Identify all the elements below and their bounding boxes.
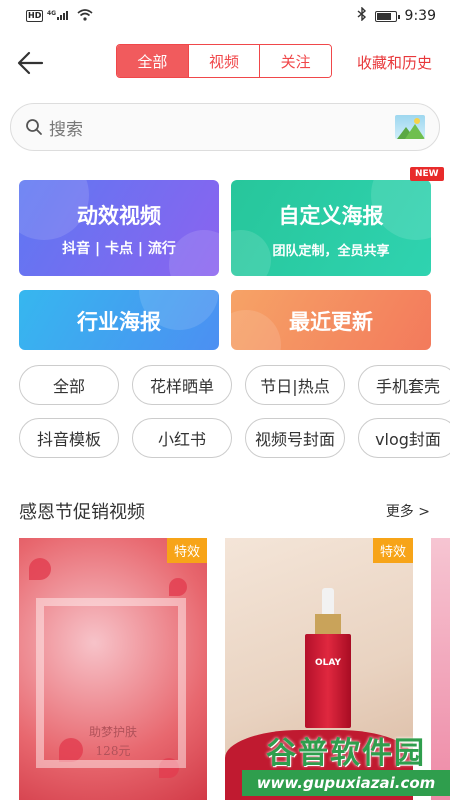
industry-poster-card[interactable]: 行业海报: [19, 290, 219, 350]
battery-level: [376, 12, 391, 20]
tag-chip[interactable]: 花样晒单: [132, 365, 232, 405]
clock: 9:39: [404, 8, 436, 24]
image-search-icon[interactable]: [395, 115, 425, 139]
effect-badge: 特效: [373, 538, 413, 563]
tag-row-2: 抖音模板 小红书 视频号封面 vlog封面: [19, 418, 450, 458]
tag-chip[interactable]: 节日|热点: [245, 365, 345, 405]
tab-follow[interactable]: 关注: [260, 45, 331, 77]
site-watermark: 谷普软件园 www.gupuxiazai.com: [242, 728, 450, 800]
wifi-icon: [77, 8, 93, 24]
new-badge: NEW: [410, 167, 444, 181]
tag-chip[interactable]: 小红书: [132, 418, 232, 458]
content-filter-tabs: 全部 视频 关注: [116, 44, 332, 78]
card-subtitle: 抖音 | 卡点 | 流行: [62, 241, 176, 257]
favorites-history-link[interactable]: 收藏和历史: [357, 52, 432, 73]
section-title: 感恩节促销视频: [19, 502, 145, 523]
card-title: 最近更新: [289, 310, 373, 334]
svg-text:4G: 4G: [47, 10, 56, 17]
effect-badge: 特效: [167, 538, 207, 563]
custom-poster-card[interactable]: 自定义海报 团队定制，全员共享: [231, 180, 431, 276]
product-label: OLAY: [314, 658, 341, 668]
thumb-caption: 128元: [95, 744, 131, 758]
more-link[interactable]: 更多 >: [386, 501, 430, 521]
tab-video[interactable]: 视频: [188, 45, 261, 77]
battery-icon: [374, 10, 400, 22]
tag-chip[interactable]: 抖音模板: [19, 418, 119, 458]
product-bottle-image: OLAY: [305, 588, 351, 728]
watermark-title: 谷普软件园: [266, 736, 426, 771]
card-title: 行业海报: [77, 310, 161, 334]
top-nav: 全部 视频 关注 收藏和历史: [0, 40, 450, 86]
search-bar[interactable]: 搜索: [10, 103, 440, 151]
tag-row-1: 全部 花样晒单 节日|热点 手机套壳: [19, 365, 450, 405]
status-right: 9:39: [357, 6, 436, 25]
back-arrow-icon[interactable]: [16, 48, 46, 78]
signal-icon: 4G: [47, 9, 73, 24]
tag-chip[interactable]: 手机套壳: [358, 365, 450, 405]
status-bar: HD 4G 9:39: [0, 0, 450, 32]
motion-video-card[interactable]: 动效视频 抖音 | 卡点 | 流行: [19, 180, 219, 276]
recent-updates-card[interactable]: 最近更新: [231, 290, 431, 350]
search-input[interactable]: 搜索: [49, 115, 395, 140]
card-title: 自定义海报: [278, 204, 384, 228]
card-title: 动效视频: [77, 204, 161, 228]
watermark-url: www.gupuxiazai.com: [242, 770, 450, 796]
network-indicators: HD 4G: [26, 8, 93, 24]
tab-all[interactable]: 全部: [117, 45, 189, 77]
card-subtitle: 团队定制，全员共享: [272, 244, 390, 259]
tag-chip[interactable]: 全部: [19, 365, 119, 405]
tag-chip[interactable]: 视频号封面: [245, 418, 345, 458]
bluetooth-icon: [357, 6, 367, 25]
thumb-caption: 助梦护肤: [88, 725, 137, 739]
search-icon: [25, 118, 43, 136]
hd-badge: HD: [26, 10, 44, 22]
template-thumbnail[interactable]: 助梦护肤 128元 特效: [19, 538, 207, 800]
tag-chip[interactable]: vlog封面: [358, 418, 450, 458]
